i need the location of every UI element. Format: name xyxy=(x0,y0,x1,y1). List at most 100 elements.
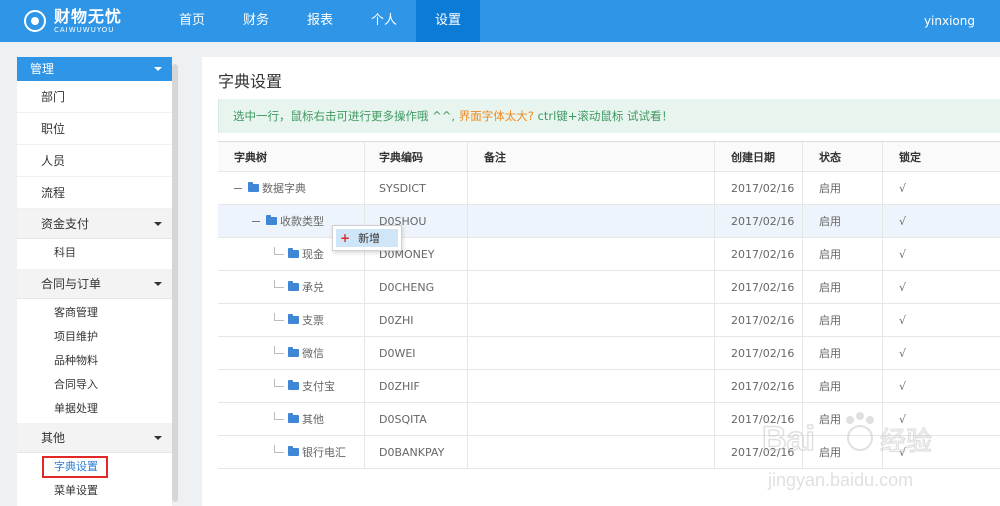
sidebar-item-department[interactable]: 部门 xyxy=(17,81,172,113)
sidebar-item-menu-settings[interactable]: 菜单设置 xyxy=(17,479,172,503)
tree-node-label: 支票 xyxy=(302,314,324,327)
folder-icon xyxy=(288,281,299,291)
table-row[interactable]: 其他 D0SQITA 2017/02/16 启用 √ xyxy=(218,403,1000,436)
note-cell xyxy=(468,205,715,237)
dictionary-table: 字典树 字典编码 备注 创建日期 状态 锁定 数据字典 SYSDICT 2017/0… xyxy=(218,141,1000,469)
sidebar-header-label: 管理 xyxy=(30,62,55,76)
date-cell: 2017/02/16 xyxy=(715,205,803,237)
column-header[interactable]: 备注 xyxy=(468,142,715,171)
sidebar-group-label: 其他 xyxy=(41,431,66,445)
sidebar-group-label: 资金支付 xyxy=(41,217,90,231)
sidebar-item-documents[interactable]: 单据处理 xyxy=(17,397,172,421)
sidebar-item-label: 字典设置 xyxy=(42,456,108,478)
context-menu-add-label: 新增 xyxy=(358,232,381,245)
nav-settings[interactable]: 设置 xyxy=(416,0,480,42)
collapse-icon[interactable] xyxy=(234,187,242,189)
note-cell xyxy=(468,337,715,369)
table-row[interactable]: 微信 D0WEI 2017/02/16 启用 √ xyxy=(218,337,1000,370)
column-header[interactable]: 字典树 xyxy=(218,142,365,171)
table-row[interactable]: 承兑 D0CHENG 2017/02/16 启用 √ xyxy=(218,271,1000,304)
date-cell: 2017/02/16 xyxy=(715,304,803,336)
date-cell: 2017/02/16 xyxy=(715,337,803,369)
sidebar-header-manage[interactable]: 管理 xyxy=(17,57,172,81)
sidebar-item-contract-import[interactable]: 合同导入 xyxy=(17,373,172,397)
folder-icon xyxy=(288,413,299,423)
code-cell: D0ZHI xyxy=(365,304,468,336)
tree-line-icon xyxy=(274,346,284,354)
table-row[interactable]: 银行电汇 D0BANKPAY 2017/02/16 启用 √ xyxy=(218,436,1000,469)
tree-node-label: 收款类型 xyxy=(280,215,324,228)
logo-icon xyxy=(24,10,46,32)
brand-name-en: CAIWUWUYOU xyxy=(54,25,115,34)
status-cell: 启用 xyxy=(803,238,883,270)
tip-warning: 界面字体太大? xyxy=(458,109,534,123)
code-cell: D0ZHIF xyxy=(365,370,468,402)
sidebar-item-staff[interactable]: 人员 xyxy=(17,145,172,177)
sidebar-item-subjects[interactable]: 科目 xyxy=(17,241,172,265)
sidebar-item-clients[interactable]: 客商管理 xyxy=(17,301,172,325)
brand-logo[interactable]: 财物无忧 CAIWUWUYOU xyxy=(0,0,160,42)
sidebar-scrollbar[interactable] xyxy=(172,64,178,502)
locked-cell: √ xyxy=(899,379,907,393)
tree-cell: 其他 xyxy=(218,403,365,435)
tree-line-icon xyxy=(274,280,284,288)
tip-text: 选中一行，鼠标右击可进行更多操作哦 ^^, xyxy=(233,109,456,123)
status-cell: 启用 xyxy=(803,172,883,204)
column-header[interactable]: 锁定 xyxy=(883,142,1000,171)
locked-cell: √ xyxy=(899,412,907,426)
sidebar-group-payment[interactable]: 资金支付 xyxy=(17,209,172,239)
status-cell: 启用 xyxy=(803,337,883,369)
collapse-icon[interactable] xyxy=(252,220,260,222)
table-row[interactable]: 支票 D0ZHI 2017/02/16 启用 √ xyxy=(218,304,1000,337)
folder-icon xyxy=(288,446,299,456)
column-header[interactable]: 字典编码 xyxy=(365,142,468,171)
sidebar-group-other[interactable]: 其他 xyxy=(17,423,172,453)
sidebar: 管理 部门 职位 人员 流程 资金支付 科目 合同与订单 客商管理 项目维护 品… xyxy=(17,57,172,506)
tree-node-label: 其他 xyxy=(302,413,324,426)
nav-reports[interactable]: 报表 xyxy=(288,0,352,42)
status-cell: 启用 xyxy=(803,205,883,237)
date-cell: 2017/02/16 xyxy=(715,238,803,270)
locked-cell: √ xyxy=(899,247,907,261)
context-menu-add[interactable]: + 新增 xyxy=(336,229,398,247)
nav-finance[interactable]: 财务 xyxy=(224,0,288,42)
date-cell: 2017/02/16 xyxy=(715,370,803,402)
sidebar-group-contracts[interactable]: 合同与订单 xyxy=(17,269,172,299)
column-header[interactable]: 创建日期 xyxy=(715,142,803,171)
folder-icon xyxy=(288,314,299,324)
code-cell: D0WEI xyxy=(365,337,468,369)
note-cell xyxy=(468,403,715,435)
tree-line-icon xyxy=(274,412,284,420)
tree-node-label: 微信 xyxy=(302,347,324,360)
plus-icon: + xyxy=(340,231,351,245)
date-cell: 2017/02/16 xyxy=(715,436,803,468)
sidebar-item-workflow[interactable]: 流程 xyxy=(17,177,172,209)
tree-cell: 银行电汇 xyxy=(218,436,365,468)
folder-icon xyxy=(248,182,259,192)
chevron-down-icon xyxy=(154,436,162,440)
chevron-down-icon xyxy=(154,282,162,286)
code-cell: D0SQITA xyxy=(365,403,468,435)
locked-cell: √ xyxy=(899,181,907,195)
column-header[interactable]: 状态 xyxy=(803,142,883,171)
folder-icon xyxy=(288,347,299,357)
sidebar-item-dictionary[interactable]: 字典设置 xyxy=(17,455,172,479)
sidebar-item-materials[interactable]: 品种物料 xyxy=(17,349,172,373)
locked-cell: √ xyxy=(899,313,907,327)
tree-cell: 支付宝 xyxy=(218,370,365,402)
tree-line-icon xyxy=(274,379,284,387)
table-row[interactable]: 支付宝 D0ZHIF 2017/02/16 启用 √ xyxy=(218,370,1000,403)
tip-banner: 选中一行，鼠标右击可进行更多操作哦 ^^, 界面字体太大? ctrl键+滚动鼠标… xyxy=(218,99,1000,133)
nav-home[interactable]: 首页 xyxy=(160,0,224,42)
user-name[interactable]: yinxiong xyxy=(924,0,975,42)
note-cell xyxy=(468,304,715,336)
main-nav: 首页 财务 报表 个人 设置 xyxy=(160,0,480,42)
nav-personal[interactable]: 个人 xyxy=(352,0,416,42)
table-row[interactable]: 数据字典 SYSDICT 2017/02/16 启用 √ xyxy=(218,172,1000,205)
sidebar-item-position[interactable]: 职位 xyxy=(17,113,172,145)
sidebar-item-projects[interactable]: 项目维护 xyxy=(17,325,172,349)
main-panel: 字典设置 选中一行，鼠标右击可进行更多操作哦 ^^, 界面字体太大? ctrl键… xyxy=(202,57,1000,506)
status-cell: 启用 xyxy=(803,436,883,468)
date-cell: 2017/02/16 xyxy=(715,271,803,303)
tree-cell: 承兑 xyxy=(218,271,365,303)
